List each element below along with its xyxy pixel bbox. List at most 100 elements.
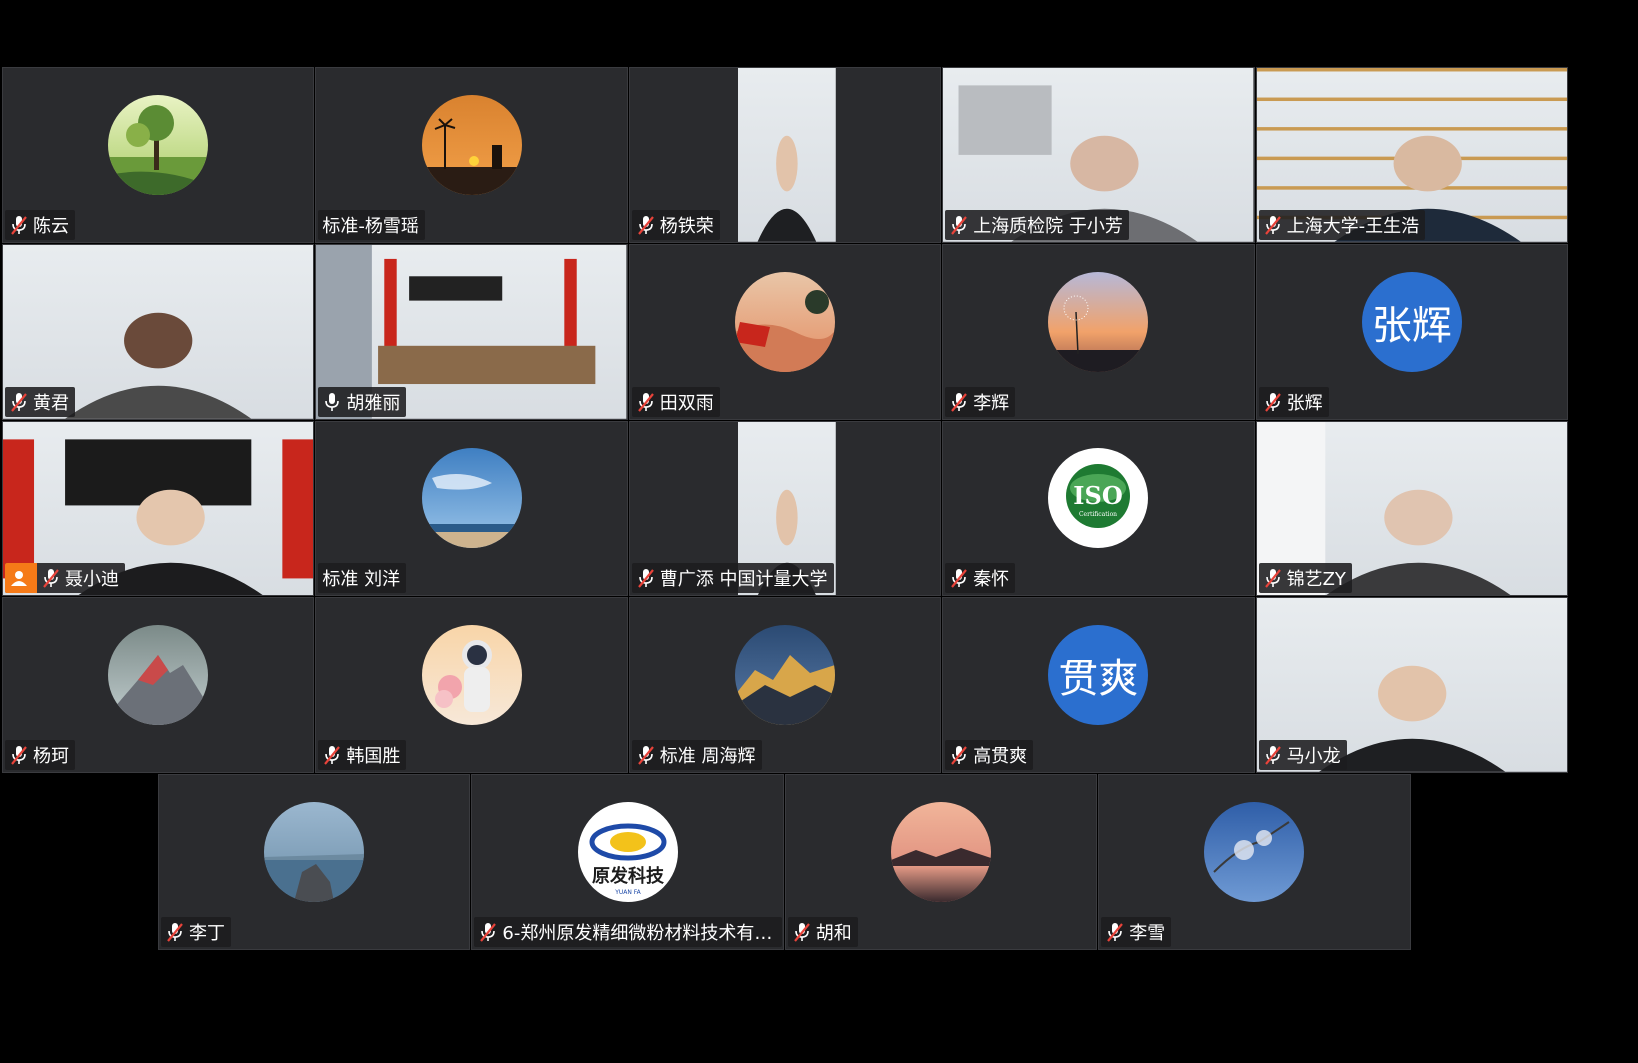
mic-muted-icon (636, 391, 660, 413)
mic-muted-icon (949, 744, 973, 766)
participant-name-label: 杨铁荣 (631, 209, 720, 240)
mic-muted-icon (949, 391, 973, 413)
participant-name-label: 胡雅丽 (318, 386, 407, 417)
participant-name: 田双雨 (659, 392, 714, 414)
participant-name-label: 黄君 (5, 386, 75, 417)
participant-name: 胡雅丽 (346, 392, 401, 414)
participant-tile[interactable]: 马小龙 (1255, 597, 1568, 774)
avatar (421, 625, 522, 726)
participant-name: 秦怀 (973, 569, 1010, 591)
mic-muted-icon (1105, 921, 1129, 943)
participant-tile[interactable]: 杨珂 (2, 597, 315, 774)
participant-name-label: 李雪 (1101, 916, 1172, 947)
participant-name: 李雪 (1129, 922, 1166, 944)
participant-tile[interactable]: 上海质检院 于小芳 (942, 67, 1255, 243)
participant-tile[interactable]: 标准 刘洋 (315, 420, 628, 597)
mic-icon (322, 391, 346, 413)
avatar (734, 625, 835, 726)
participant-tile[interactable]: 曹广添 中国计量大学 (628, 420, 942, 597)
avatar (890, 802, 991, 903)
participant-tile[interactable]: 田双雨 (628, 243, 942, 420)
participant-tile[interactable]: 上海大学-王生浩 (1255, 67, 1568, 243)
participant-name: 标准-杨雪瑶 (322, 215, 419, 237)
participant-tile[interactable]: 李丁 (158, 774, 471, 950)
participant-name: 李丁 (189, 922, 225, 944)
participant-tile[interactable]: 黄君 (2, 243, 315, 420)
mic-muted-icon (9, 214, 33, 236)
participant-name-label: 秦怀 (945, 563, 1016, 594)
mic-muted-icon (9, 744, 33, 766)
participant-name-label: 张辉 (1258, 386, 1329, 417)
participant-tile[interactable]: 胡和 (784, 774, 1098, 950)
participant-name-label: 标准 周海辉 (631, 740, 762, 771)
participant-tile[interactable]: 杨铁荣 (628, 67, 942, 243)
participant-name-label: 聂小迪 (5, 563, 125, 594)
participant-tile[interactable]: ISO Certification 秦怀 (942, 420, 1255, 597)
mic-muted-icon (322, 744, 346, 766)
participant-name: 胡和 (815, 922, 852, 944)
participant-tile[interactable]: 陈云 (2, 67, 315, 243)
participant-name-label: 李辉 (945, 386, 1016, 417)
participant-name: 黄君 (33, 392, 69, 414)
participant-name-label: 李丁 (161, 916, 231, 947)
avatar (1048, 271, 1149, 372)
mic-muted-icon (1263, 214, 1287, 236)
participant-name-label: 高贯爽 (945, 740, 1034, 771)
mic-muted-icon (949, 214, 973, 236)
participant-name: 高贯爽 (973, 746, 1028, 768)
participant-name: 张辉 (1286, 392, 1323, 414)
participant-name-label: 曹广添 中国计量大学 (631, 563, 834, 594)
participant-name-label: 标准-杨雪瑶 (318, 209, 425, 240)
avatar (264, 802, 365, 903)
mic-muted-icon (636, 567, 660, 589)
participant-name-label: 6-郑州原发精细微粉材料技术有限... (474, 916, 783, 947)
participant-name: 标准 周海辉 (659, 746, 756, 768)
participant-tile[interactable]: 韩国胜 (315, 597, 628, 774)
participant-name-label: 锦艺ZY (1258, 563, 1352, 594)
participant-name-label: 陈云 (5, 209, 75, 240)
avatar (108, 94, 209, 195)
mic-muted-icon (1263, 744, 1287, 766)
avatar (421, 94, 522, 195)
participant-name-label: 标准 刘洋 (318, 563, 407, 594)
participant-name-label: 杨珂 (5, 740, 75, 771)
avatar (108, 625, 209, 726)
participant-name: 杨珂 (33, 746, 69, 768)
mic-muted-icon (478, 921, 502, 943)
participant-tile[interactable]: 锦艺ZY (1255, 420, 1568, 597)
participant-tile[interactable]: 原发科技 YUAN FA 6-郑州原发精细微粉材料技术有限... (471, 774, 784, 950)
participant-name: 李辉 (973, 392, 1010, 414)
participant-name: 上海大学-王生浩 (1286, 215, 1420, 237)
participant-name-label: 马小龙 (1258, 740, 1347, 771)
avatar (421, 448, 522, 549)
video-grid: 陈云 标准-杨雪瑶 杨铁荣 上海质检院 于小芳 上海大学-王生浩 黄君 胡雅丽 … (0, 0, 1638, 1063)
participant-name: 马小龙 (1286, 746, 1341, 768)
participant-tile[interactable]: 李雪 (1098, 774, 1411, 950)
participant-tile[interactable]: 标准 周海辉 (628, 597, 942, 774)
mic-muted-icon (949, 567, 973, 589)
participant-tile[interactable]: 标准-杨雪瑶 (315, 67, 628, 243)
participant-name-label: 上海质检院 于小芳 (945, 209, 1129, 240)
participant-name: 标准 刘洋 (322, 569, 401, 591)
mic-muted-icon (792, 921, 816, 943)
mic-muted-icon (1263, 391, 1287, 413)
text-avatar: 张辉 (1361, 271, 1462, 372)
participant-name: 聂小迪 (65, 569, 119, 591)
mic-muted-icon (636, 744, 660, 766)
participant-tile[interactable]: 聂小迪 (2, 420, 315, 597)
mic-muted-icon (41, 567, 65, 589)
participant-name: 上海质检院 于小芳 (973, 215, 1123, 237)
mic-muted-icon (1263, 567, 1287, 589)
participant-tile[interactable]: 胡雅丽 (315, 243, 628, 420)
participant-tile[interactable]: 贯爽 高贯爽 (942, 597, 1255, 774)
participant-name: 陈云 (33, 215, 69, 237)
participant-name-label: 胡和 (787, 916, 858, 947)
participant-tile[interactable]: 张辉 张辉 (1255, 243, 1568, 420)
participant-name: 锦艺ZY (1286, 569, 1346, 591)
avatar (734, 271, 835, 372)
participant-name: 6-郑州原发精细微粉材料技术有限... (502, 922, 777, 944)
participant-tile[interactable]: 李辉 (942, 243, 1255, 420)
participant-name: 曹广添 中国计量大学 (659, 569, 828, 591)
participant-name: 韩国胜 (346, 746, 401, 768)
avatar: 原发科技 YUAN FA (577, 802, 678, 903)
